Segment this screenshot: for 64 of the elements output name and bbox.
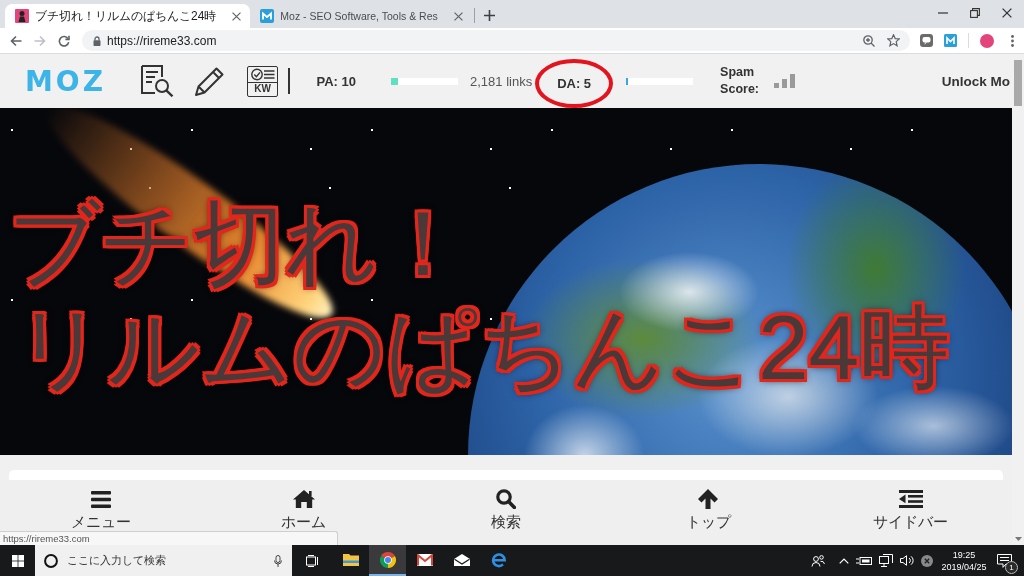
chevron-up-icon[interactable] [839,557,849,564]
checklist-icon [250,67,275,81]
menu-dots-icon[interactable] [1011,34,1014,47]
nav-link[interactable]: トップ [685,513,731,531]
browser-tab[interactable]: Moz - SEO Software, Tools & Res [250,4,472,28]
bookmark-star-icon[interactable] [887,34,900,47]
restore-icon[interactable] [970,8,980,18]
pencil-icon[interactable] [194,65,226,97]
open-envelope-icon[interactable] [453,553,470,566]
search-ring-icon[interactable] [44,553,58,568]
close-window-icon[interactable] [1002,8,1012,18]
email-icon[interactable] [416,553,433,566]
speaker-icon[interactable] [900,555,914,566]
links-count: 2,181 links [470,73,533,89]
battery-icon[interactable] [856,555,872,566]
zoom-icon[interactable] [863,34,875,47]
reload-icon[interactable] [58,34,70,47]
network-monitor-icon[interactable] [879,554,893,567]
microphone-icon[interactable] [274,554,282,567]
nav-link[interactable]: ホーム [281,513,327,531]
scrollbar-thumb[interactable] [1014,60,1022,106]
banner-title: ブチ切れ！ [8,192,469,296]
scroll-down-icon[interactable] [1014,537,1022,541]
moz-extension-icon[interactable] [944,34,957,47]
up-arrow-icon [698,489,719,509]
task-view-icon[interactable] [306,554,319,567]
lock-icon [93,35,101,46]
menu-icon [91,490,112,508]
browser-tab[interactable]: ブチ切れ！リルムのぱちんこ24時 [5,4,251,28]
site-favicon-icon [15,9,29,23]
nav-link[interactable]: メニュー [71,513,132,531]
keyword-button[interactable]: KW [247,65,278,97]
windows-start-icon[interactable] [11,554,24,567]
nav-link[interactable]: サイドバー [873,513,949,531]
chat-extension-icon[interactable] [920,34,933,47]
score-label: PA: 10 [316,73,356,89]
address-field[interactable]: https://rireme33.com [82,30,910,51]
search-field[interactable]: ここに入力して検索 [35,545,292,576]
people-icon[interactable] [811,554,825,567]
notification-badge: 1 [1005,560,1018,574]
close-tab-icon[interactable] [453,11,463,21]
clock[interactable]: 19:25 2019/04/25 [937,548,991,573]
signal-bars-icon [774,74,796,88]
site-favicon-icon [260,9,275,23]
nav-link[interactable]: 検索 [491,513,521,531]
close-circle-icon[interactable] [921,554,933,567]
search-icon [496,489,516,509]
sidebar-icon [898,490,923,508]
spam-score-label: Spam Score: [720,64,760,98]
taskbar-app[interactable] [369,545,406,576]
notification-icon[interactable] [997,553,1012,568]
back-arrow-icon[interactable] [10,34,22,47]
folder-icon[interactable] [342,553,359,566]
page-search-icon[interactable] [140,65,174,97]
chrome-browser-icon[interactable] [379,551,396,568]
home-icon [292,490,315,508]
unlock-link[interactable]: Unlock Mo [941,73,1012,89]
edge-browser-icon[interactable] [490,551,507,568]
profile-avatar-icon[interactable] [980,33,994,48]
close-tab-icon[interactable] [232,11,242,21]
banner-title: リルムのぱちんこ24時 [14,296,951,400]
new-tab-icon[interactable] [483,10,495,21]
scrollbar[interactable] [1012,54,1024,545]
status-url: https://rireme33.com [0,531,338,545]
